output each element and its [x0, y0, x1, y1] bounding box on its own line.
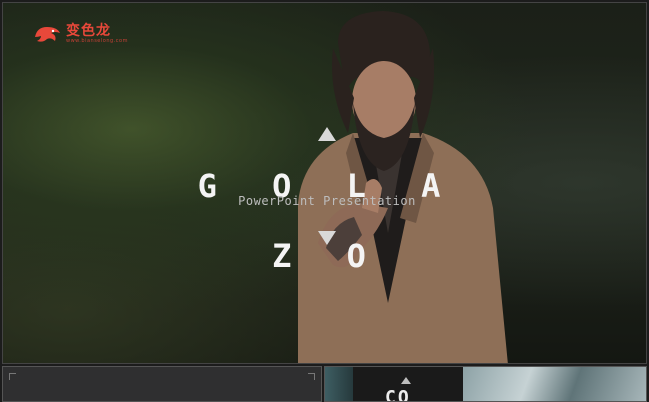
logo-text: 变色龙 — [66, 23, 111, 39]
slide-title: G O L A Z O — [197, 167, 459, 275]
triangle-up-icon — [318, 127, 336, 141]
thumbnail-title: CO — [385, 387, 411, 402]
thumbnail-photo — [325, 367, 353, 401]
thumbnail-photo — [463, 367, 646, 401]
chameleon-icon — [35, 27, 60, 42]
brand-logo: 变色龙 www.bianselong.com — [33, 23, 128, 45]
corner-mark — [308, 373, 315, 380]
slide-subtitle: PowerPoint Presentation — [238, 194, 416, 208]
logo-subtext: www.bianselong.com — [66, 38, 128, 44]
slide-preview: 变色龙 www.bianselong.com G O L A Z O Power… — [2, 2, 647, 364]
corner-mark — [9, 373, 16, 380]
slide-thumbnail-2[interactable]: CO — [324, 366, 647, 402]
triangle-up-icon — [401, 377, 411, 384]
triangle-down-icon — [318, 231, 336, 245]
slide-thumbnail-1[interactable] — [2, 366, 322, 402]
